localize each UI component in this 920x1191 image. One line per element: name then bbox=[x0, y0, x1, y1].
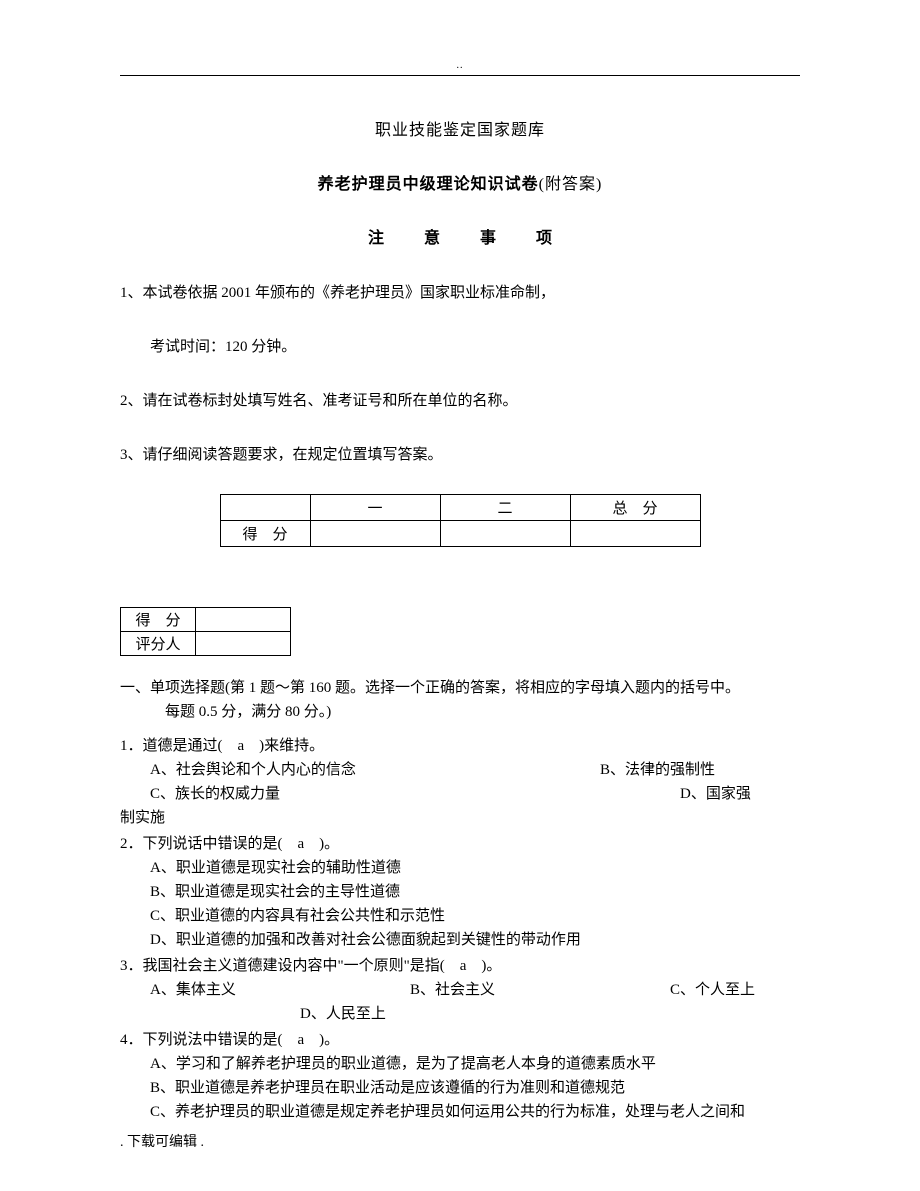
option-c: C、职业道德的内容具有社会公共性和示范性 bbox=[120, 904, 800, 928]
option-c: C、个人至上 bbox=[670, 978, 800, 1002]
option-d: D、人民至上 bbox=[120, 1002, 800, 1026]
table-cell: 评分人 bbox=[121, 632, 196, 656]
option-b: B、职业道德是现实社会的主导性道德 bbox=[120, 880, 800, 904]
section-score-table: 得 分 评分人 bbox=[120, 607, 291, 656]
option-d: D、职业道德的加强和改善对社会公德面貌起到关键性的带动作用 bbox=[120, 928, 800, 952]
question-stem: 4．下列说法中错误的是( a )。 bbox=[120, 1028, 800, 1052]
page-footer: . 下载可编辑 . bbox=[120, 1131, 204, 1151]
table-cell: 得 分 bbox=[121, 608, 196, 632]
instruction-2: 2、请在试卷标封处填写姓名、准考证号和所在单位的名称。 bbox=[120, 386, 800, 416]
option-a: A、社会舆论和个人内心的信念 bbox=[120, 758, 600, 782]
instruction-1: 1、本试卷依据 2001 年颁布的《养老护理员》国家职业标准命制， bbox=[120, 278, 800, 308]
option-b: B、法律的强制性 bbox=[600, 758, 800, 782]
instruction-3: 3、请仔细阅读答题要求，在规定位置填写答案。 bbox=[120, 440, 800, 470]
table-cell: 总 分 bbox=[570, 495, 700, 521]
question-3: 3．我国社会主义道德建设内容中"一个原则"是指( a )。 A、集体主义 B、社… bbox=[120, 954, 800, 1026]
table-cell bbox=[196, 608, 291, 632]
option-c: C、族长的权威力量 bbox=[120, 782, 600, 806]
table-cell: 得 分 bbox=[220, 521, 310, 547]
question-stem: 2．下列说话中错误的是( a )。 bbox=[120, 832, 800, 856]
table-cell: 二 bbox=[440, 495, 570, 521]
table-cell: 一 bbox=[310, 495, 440, 521]
header-dots: .. bbox=[120, 60, 800, 71]
bank-title: 职业技能鉴定国家题库 bbox=[120, 116, 800, 140]
section-1-head-text: 一、单项选择题(第 1 题～第 160 题。选择一个正确的答案，将相应的字母填入… bbox=[120, 680, 740, 696]
score-summary-table: 一 二 总 分 得 分 bbox=[220, 494, 701, 547]
table-cell bbox=[440, 521, 570, 547]
notice-char: 意 bbox=[424, 230, 440, 247]
section-1-heading: 一、单项选择题(第 1 题～第 160 题。选择一个正确的答案，将相应的字母填入… bbox=[120, 676, 800, 724]
notice-char: 项 bbox=[536, 230, 552, 247]
exam-title-paren: (附答案) bbox=[539, 176, 603, 193]
exam-title: 养老护理员中级理论知识试卷(附答案) bbox=[120, 170, 800, 194]
option-c: C、养老护理员的职业道德是规定养老护理员如何运用公共的行为标准，处理与老人之间和 bbox=[120, 1100, 800, 1124]
question-2: 2．下列说话中错误的是( a )。 A、职业道德是现实社会的辅助性道德 B、职业… bbox=[120, 832, 800, 952]
question-stem: 3．我国社会主义道德建设内容中"一个原则"是指( a )。 bbox=[120, 954, 800, 978]
option-b: B、社会主义 bbox=[410, 978, 670, 1002]
table-cell bbox=[570, 521, 700, 547]
notice-char: 注 bbox=[368, 230, 384, 247]
notice-heading: 注 意 事 项 bbox=[120, 224, 800, 248]
question-4: 4．下列说法中错误的是( a )。 A、学习和了解养老护理员的职业道德，是为了提… bbox=[120, 1028, 800, 1124]
notice-char: 事 bbox=[480, 230, 496, 247]
option-d: D、国家强 bbox=[600, 782, 800, 806]
table-cell bbox=[196, 632, 291, 656]
option-d-tail: 制实施 bbox=[120, 806, 800, 830]
exam-title-main: 养老护理员中级理论知识试卷 bbox=[318, 176, 539, 193]
option-a: A、集体主义 bbox=[150, 978, 410, 1002]
section-1-sub-text: 每题 0.5 分，满分 80 分。) bbox=[120, 704, 331, 720]
option-a: A、职业道德是现实社会的辅助性道德 bbox=[120, 856, 800, 880]
question-1: 1．道德是通过( a )来维持。 A、社会舆论和个人内心的信念 B、法律的强制性… bbox=[120, 734, 800, 830]
table-cell bbox=[310, 521, 440, 547]
option-b: B、职业道德是养老护理员在职业活动是应该遵循的行为准则和道德规范 bbox=[120, 1076, 800, 1100]
instruction-1b: 考试时间：120 分钟。 bbox=[120, 332, 800, 362]
top-rule bbox=[120, 75, 800, 76]
option-a: A、学习和了解养老护理员的职业道德，是为了提高老人本身的道德素质水平 bbox=[120, 1052, 800, 1076]
table-cell bbox=[220, 495, 310, 521]
question-stem: 1．道德是通过( a )来维持。 bbox=[120, 734, 800, 758]
